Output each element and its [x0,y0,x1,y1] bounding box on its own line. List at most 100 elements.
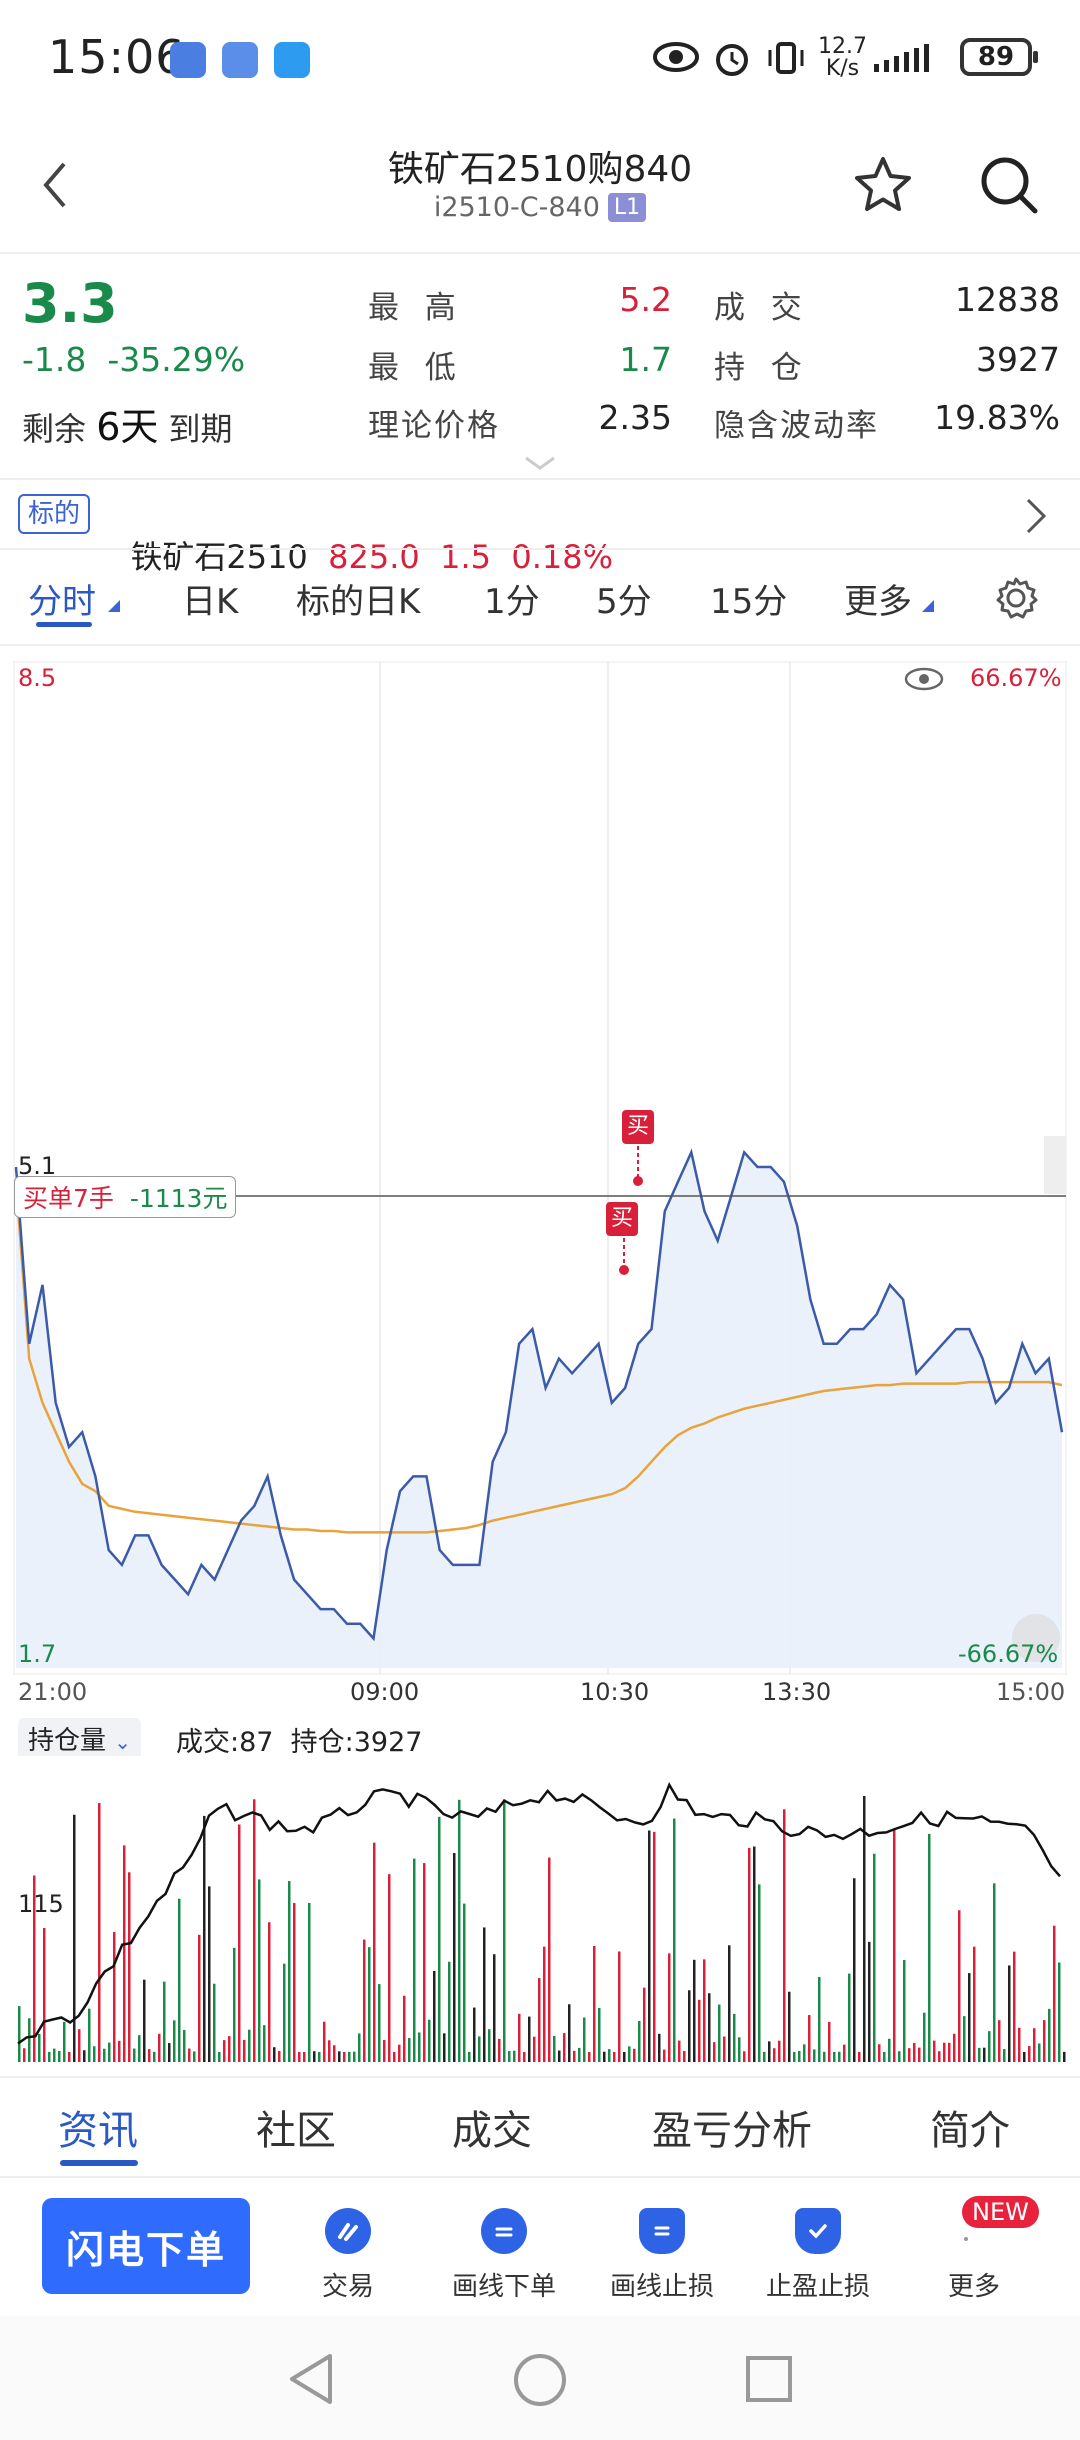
volume-indicator-selector[interactable]: 持仓量 ⌄ [18,1718,142,1759]
volume-bar [703,1959,706,2062]
volume-bar [308,1902,311,2062]
volume-bar [438,1816,441,2062]
volume-bar [723,2036,726,2062]
volume-bar [993,1883,996,2062]
volume-bar [973,1946,976,2062]
volume-bar [388,1874,391,2062]
volume-bar [418,2032,421,2062]
volume-bar [658,2033,661,2062]
buy-marker[interactable]: 买 [606,1202,638,1236]
volume-bar [713,2042,716,2062]
volume-open-interest-chart[interactable] [0,1756,1080,2066]
shield-icon [639,2208,685,2254]
volume-bar [898,2051,901,2062]
tab-pnl-analysis[interactable]: 盈亏分析 [652,2098,812,2156]
volume-bar [73,1814,76,2062]
volume-bar [653,1831,656,2062]
x-tick: 21:00 [18,1678,88,1706]
draw-line-order-button[interactable]: 画线下单 [424,2208,584,2303]
settings-gear-icon[interactable] [994,576,1038,620]
nav-recents-icon[interactable] [744,2354,794,2404]
volume-bar [773,2048,776,2062]
weather-app-icon [274,42,310,78]
volume-bar [353,2051,356,2062]
volume-bar [833,2052,836,2062]
days-to-expiry: 剩余 6天 到期 [22,405,233,449]
eye-toggle-icon[interactable] [904,666,944,692]
tab-trades[interactable]: 成交 [452,2098,532,2156]
status-bar: 15:06 12.7 K/s 89 [0,0,1080,120]
volume-bar [1033,2028,1036,2062]
volume-bar [188,2048,191,2062]
volume-bar [598,2007,601,2062]
volume-bar [83,2050,86,2062]
volume-bar [813,2049,816,2062]
flash-order-button[interactable]: 闪电下单 [42,2198,250,2294]
tab-underlying-daily-k[interactable]: 标的日K [296,574,420,623]
side-handle[interactable] [1044,1136,1066,1194]
volume-bar [533,2036,536,2062]
eye-icon [653,42,699,72]
theory-price-value: 2.35 [598,398,672,437]
volume-bar [463,1903,466,2062]
star-icon[interactable] [852,154,914,216]
divider [0,478,1080,480]
search-icon[interactable] [978,154,1040,216]
take-profit-stop-loss-button[interactable]: 止盈止损 [738,2208,898,2303]
volume-bar [413,1858,416,2062]
tab-intraday[interactable]: 分时 [28,574,96,623]
iv-label: 隐含波动率 [714,408,879,444]
volume-bar [383,2039,386,2062]
tab-more[interactable]: 更多 [844,574,912,623]
volume-bar [943,2042,946,2062]
volume-bar [913,2043,916,2062]
volume-bar [48,2051,51,2062]
tab-intro[interactable]: 简介 [930,2098,1010,2156]
active-tab-indicator [60,2160,138,2166]
volume-bar [623,2051,626,2062]
tab-news[interactable]: 资讯 [58,2098,138,2156]
volume-bar [763,2051,766,2062]
volume-bar [523,2051,526,2062]
volume-bar [1018,2027,1021,2062]
tab-15min[interactable]: 15分 [710,574,787,623]
volume-bar [863,1796,866,2062]
volume-bar [453,1852,456,2062]
volume-bar [778,2040,781,2062]
volume-bar [23,2048,26,2062]
volume-bar [648,1830,651,2062]
nav-home-icon[interactable] [512,2352,568,2408]
volume-bar [748,1847,751,2062]
tab-community[interactable]: 社区 [256,2098,336,2156]
nav-back-icon[interactable] [286,2352,336,2406]
volume-bar [918,2047,921,2062]
volume-bar [593,1945,596,2062]
draw-line-stop-loss-button[interactable]: 画线止损 [582,2208,742,2303]
volume-bar [933,2040,936,2062]
volume-bar [643,1987,646,2062]
volume-bar [148,2049,151,2062]
volume-bar [743,2051,746,2062]
buy-marker-dot [633,1176,643,1186]
volume-bar [118,2040,121,2062]
buy-marker[interactable]: 买 [622,1110,654,1144]
expand-chevron-icon[interactable] [522,454,558,472]
volume-bar [498,2038,501,2062]
status-time: 15:06 [48,30,186,84]
tab-5min[interactable]: 5分 [596,574,652,623]
order-tag[interactable]: 买单7手 -1113元 [14,1176,237,1218]
trade-button[interactable]: 交易 [268,2208,428,2303]
theory-price-label: 理论价格 [368,408,500,444]
volume-bar [803,2044,806,2062]
volume-bar [603,2051,606,2062]
volume-bar [343,2052,346,2062]
volume-bar [878,2044,881,2062]
volume-bar [243,2039,246,2062]
volume-bar [223,2040,226,2062]
shield-check-icon [795,2208,841,2254]
tab-1min[interactable]: 1分 [484,574,540,623]
title-bar: 铁矿石2510购840 i2510-C-840 L1 [0,120,1080,250]
tab-daily-k[interactable]: 日K [182,574,238,623]
chevron-right-icon[interactable] [1024,496,1048,536]
volume-bar [1003,2049,1006,2062]
